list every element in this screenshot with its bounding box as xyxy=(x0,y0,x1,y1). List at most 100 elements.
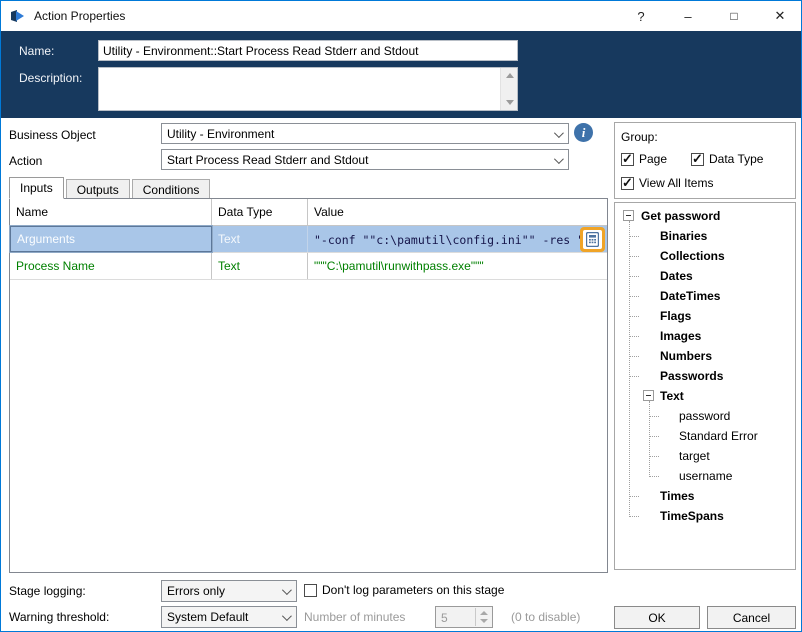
chevron-down-icon xyxy=(282,611,292,621)
spin-up-icon[interactable] xyxy=(480,611,488,615)
tree-item-target[interactable]: target xyxy=(679,446,710,466)
warning-threshold-dropdown[interactable]: System Default xyxy=(161,606,297,628)
name-description-header: Name: Description: xyxy=(1,31,801,118)
tree-connector-line xyxy=(629,256,639,257)
tab-conditions[interactable]: Conditions xyxy=(132,179,211,199)
checkbox-page-label: Page xyxy=(639,152,667,166)
business-object-value: Utility - Environment xyxy=(167,127,274,141)
column-header-name: Name xyxy=(10,199,212,225)
chevron-down-icon xyxy=(554,128,564,138)
warning-threshold-label: Warning threshold: xyxy=(9,610,109,624)
action-properties-dialog: Action Properties ? – □ ✕ Name: Descript… xyxy=(0,0,802,632)
tab-strip: Inputs Outputs Conditions xyxy=(9,177,212,199)
spinner-buttons[interactable] xyxy=(475,608,491,626)
number-of-minutes-label: Number of minutes xyxy=(304,610,405,624)
process-value-cell[interactable]: """C:\pamutil\runwithpass.exe""" xyxy=(308,253,607,279)
business-object-dropdown[interactable]: Utility - Environment xyxy=(161,123,569,144)
tree-item-images[interactable]: Images xyxy=(660,326,701,346)
arguments-datatype-cell[interactable]: Text xyxy=(212,226,308,252)
scroll-up-icon[interactable] xyxy=(501,68,518,83)
title-bar: Action Properties ? – □ ✕ xyxy=(1,1,801,31)
arguments-name-cell[interactable]: Arguments xyxy=(10,226,212,252)
tree-connector-line xyxy=(649,476,659,477)
tree-connector-line xyxy=(629,276,639,277)
tree-connector-line xyxy=(629,221,630,517)
close-button[interactable]: ✕ xyxy=(760,1,800,31)
tree-connector-line xyxy=(649,436,659,437)
tree-item-times[interactable]: Times xyxy=(660,486,694,506)
tree-item-flags[interactable]: Flags xyxy=(660,306,691,326)
business-object-label: Business Object xyxy=(9,128,96,142)
tab-outputs[interactable]: Outputs xyxy=(66,179,130,199)
maximize-button[interactable]: □ xyxy=(714,1,754,31)
minimize-button[interactable]: – xyxy=(668,1,708,31)
tree-connector-line xyxy=(629,336,639,337)
checkbox-icon[interactable] xyxy=(691,153,704,166)
checkbox-view-all-items[interactable]: View All Items xyxy=(621,176,713,190)
cancel-button[interactable]: Cancel xyxy=(707,606,796,629)
scroll-down-icon[interactable] xyxy=(501,95,518,110)
chevron-down-icon xyxy=(282,585,292,595)
group-label: Group: xyxy=(621,130,658,144)
help-button[interactable]: ? xyxy=(621,1,661,31)
tree-connector-line xyxy=(629,376,639,377)
tree-connector-line xyxy=(649,416,659,417)
checkbox-icon[interactable] xyxy=(621,177,634,190)
minutes-spinner[interactable]: 5 xyxy=(435,606,493,628)
name-input[interactable] xyxy=(98,40,518,61)
description-scrollbar[interactable] xyxy=(500,68,517,110)
tree-connector-line xyxy=(629,356,639,357)
description-textarea[interactable] xyxy=(98,67,518,111)
collapse-icon[interactable] xyxy=(643,390,654,401)
tree-item-get-password[interactable]: Get password xyxy=(641,206,720,226)
action-value: Start Process Read Stderr and Stdout xyxy=(167,153,368,167)
tree-connector-line xyxy=(629,236,639,237)
tree-connector-line xyxy=(629,316,639,317)
dont-log-checkbox[interactable]: Don't log parameters on this stage xyxy=(304,583,504,597)
tree-item-standard-error[interactable]: Standard Error xyxy=(679,426,758,446)
calculator-icon[interactable] xyxy=(583,230,602,249)
spin-down-icon[interactable] xyxy=(480,619,488,623)
minutes-value: 5 xyxy=(441,611,448,625)
checkbox-view-all-items-label: View All Items xyxy=(639,176,713,190)
name-label: Name: xyxy=(19,44,54,58)
tree-item-collections[interactable]: Collections xyxy=(660,246,725,266)
collapse-icon[interactable] xyxy=(623,210,634,221)
action-label: Action xyxy=(9,154,42,168)
checkbox-icon[interactable] xyxy=(621,153,634,166)
ok-button[interactable]: OK xyxy=(614,606,700,629)
tree-item-text[interactable]: Text xyxy=(660,386,684,406)
tree-item-username[interactable]: username xyxy=(679,466,732,486)
checkbox-page[interactable]: Page xyxy=(621,152,667,166)
stage-logging-dropdown[interactable]: Errors only xyxy=(161,580,297,602)
expression-edit-highlight[interactable] xyxy=(580,227,605,252)
table-row-arguments[interactable]: Arguments Text "-conf ""c:\pamutil\confi… xyxy=(10,226,607,253)
tree-item-datetimes[interactable]: DateTimes xyxy=(660,286,720,306)
tree-item-passwords[interactable]: Passwords xyxy=(660,366,723,386)
stage-logging-value: Errors only xyxy=(167,584,225,598)
tree-item-password[interactable]: password xyxy=(679,406,730,426)
stage-logging-label: Stage logging: xyxy=(9,584,86,598)
window-title: Action Properties xyxy=(34,9,125,23)
tree-item-timespans[interactable]: TimeSpans xyxy=(660,506,724,526)
tree-connector-line xyxy=(629,516,639,517)
tree-item-binaries[interactable]: Binaries xyxy=(660,226,707,246)
action-dropdown[interactable]: Start Process Read Stderr and Stdout xyxy=(161,149,569,170)
table-row-process-name[interactable]: Process Name Text """C:\pamutil\runwithp… xyxy=(10,253,607,280)
process-datatype-cell[interactable]: Text xyxy=(212,253,308,279)
data-item-tree: Get password Binaries Collections Dates … xyxy=(614,202,796,570)
dont-log-label: Don't log parameters on this stage xyxy=(322,583,504,597)
tree-connector-line xyxy=(649,456,659,457)
tree-item-numbers[interactable]: Numbers xyxy=(660,346,712,366)
table-header-row: Name Data Type Value xyxy=(10,199,607,226)
checkbox-data-type[interactable]: Data Type xyxy=(691,152,763,166)
arguments-value-cell[interactable]: "-conf ""c:\pamutil\config.ini"" -res " … xyxy=(308,226,607,252)
tab-inputs[interactable]: Inputs xyxy=(9,177,64,199)
info-icon[interactable]: i xyxy=(574,123,593,142)
column-header-datatype: Data Type xyxy=(212,199,308,225)
tree-connector-line xyxy=(629,496,639,497)
tree-item-dates[interactable]: Dates xyxy=(660,266,693,286)
checkbox-data-type-label: Data Type xyxy=(709,152,763,166)
process-name-cell[interactable]: Process Name xyxy=(10,253,212,279)
checkbox-icon[interactable] xyxy=(304,584,317,597)
